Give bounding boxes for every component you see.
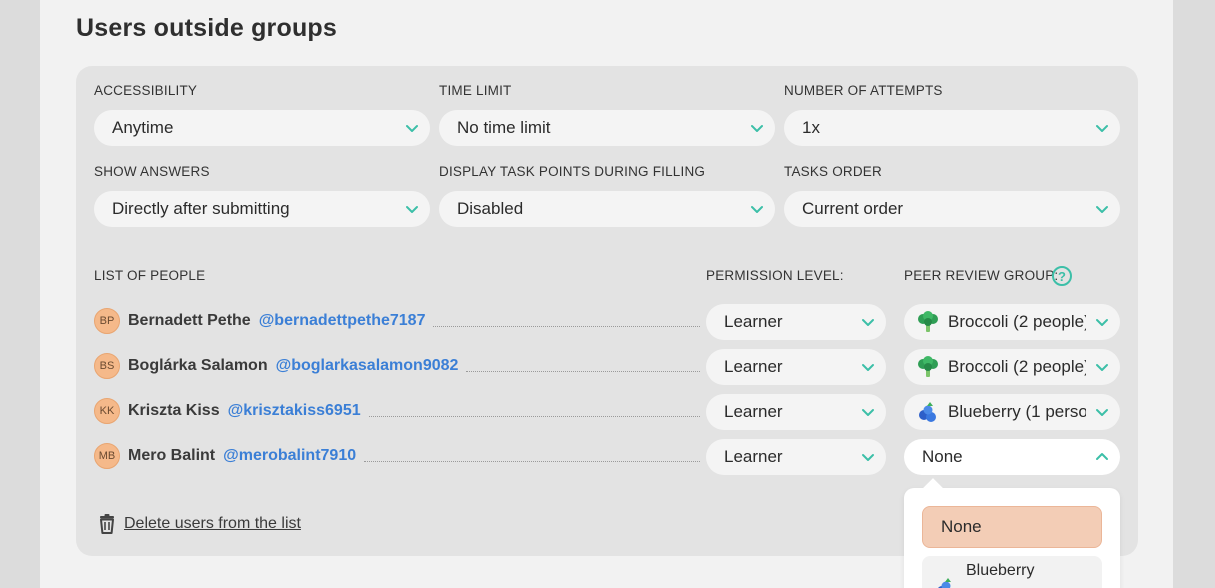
chevron-down-icon (860, 404, 876, 420)
avatar: BP (94, 308, 120, 334)
accessibility-value: Anytime (112, 118, 174, 137)
show-answers-select[interactable]: Directly after submitting (94, 191, 430, 227)
avatar: MB (94, 443, 120, 469)
person-row: BP Bernadett Pethe @bernadettpethe7187 (94, 306, 700, 336)
chevron-up-icon (1094, 449, 1110, 465)
accessibility-label: ACCESSIBILITY (94, 83, 198, 98)
person-name: Mero Balint (128, 447, 216, 464)
person-row: KK Kriszta Kiss @krisztakiss6951 (94, 396, 700, 426)
chevron-down-icon (860, 449, 876, 465)
chevron-down-icon (1094, 404, 1110, 420)
person-name: Kriszta Kiss (128, 402, 220, 419)
peer-group-select-open[interactable]: None (904, 439, 1120, 475)
permission-value: Learner (724, 357, 783, 376)
peer-group-select[interactable]: Broccoli (2 people) (904, 304, 1120, 340)
peer-group-value: Broccoli (2 people) (948, 312, 1086, 331)
chevron-down-icon (404, 120, 420, 136)
chevron-down-icon (1094, 359, 1110, 375)
tasks-order-value: Current order (802, 199, 904, 218)
trash-icon (96, 513, 118, 535)
peer-group-value: None (922, 447, 963, 466)
chevron-down-icon (1094, 314, 1110, 330)
chevron-down-icon (860, 359, 876, 375)
option-label: Blueberry (966, 562, 1035, 579)
peer-group-dropdown: None Blueberry (904, 488, 1120, 588)
permission-select[interactable]: Learner (706, 304, 886, 340)
display-points-select[interactable]: Disabled (439, 191, 775, 227)
blueberry-icon (934, 576, 958, 588)
show-answers-value: Directly after submitting (112, 199, 290, 218)
permission-select[interactable]: Learner (706, 439, 886, 475)
permission-value: Learner (724, 312, 783, 331)
dropdown-option-blueberry[interactable]: Blueberry (922, 556, 1102, 588)
peer-review-group-label: PEER REVIEW GROUP: (904, 268, 1059, 283)
chevron-down-icon (1094, 201, 1110, 217)
person-row: BS Boglárka Salamon @boglarkasalamon9082 (94, 351, 700, 381)
chevron-down-icon (749, 201, 765, 217)
person-name: Boglárka Salamon (128, 357, 268, 374)
accessibility-select[interactable]: Anytime (94, 110, 430, 146)
tasks-order-label: TASKS ORDER (784, 164, 882, 179)
attempts-select[interactable]: 1x (784, 110, 1120, 146)
section-title: Users outside groups (76, 14, 337, 42)
permission-select[interactable]: Learner (706, 349, 886, 385)
attempts-value: 1x (802, 118, 820, 137)
display-points-value: Disabled (457, 199, 524, 218)
broccoli-icon (916, 355, 940, 379)
peer-group-value: Broccoli (2 people) (948, 357, 1086, 376)
peer-group-select[interactable]: Blueberry (1 person) (904, 394, 1120, 430)
time-limit-label: TIME LIMIT (439, 83, 512, 98)
dropdown-option-none[interactable]: None (922, 506, 1102, 548)
time-limit-value: No time limit (457, 118, 551, 137)
avatar: BS (94, 353, 120, 379)
dotted-leader (433, 325, 700, 327)
peer-group-select[interactable]: Broccoli (2 people) (904, 349, 1120, 385)
list-of-people-label: LIST OF PEOPLE (94, 268, 206, 283)
person-handle[interactable]: @boglarkasalamon9082 (276, 357, 459, 375)
chevron-down-icon (404, 201, 420, 217)
help-icon[interactable]: ? (1052, 266, 1072, 286)
permission-value: Learner (724, 402, 783, 421)
chevron-down-icon (860, 314, 876, 330)
show-answers-label: SHOW ANSWERS (94, 164, 210, 179)
person-handle[interactable]: @bernadettpethe7187 (259, 312, 426, 330)
permission-select[interactable]: Learner (706, 394, 886, 430)
permission-value: Learner (724, 447, 783, 466)
person-name: Bernadett Pethe (128, 312, 251, 329)
display-points-label: DISPLAY TASK POINTS DURING FILLING (439, 164, 706, 179)
delete-users-link[interactable]: Delete users from the list (96, 513, 301, 535)
delete-users-label: Delete users from the list (124, 515, 301, 532)
option-label: None (941, 517, 982, 536)
dotted-leader (466, 370, 700, 372)
time-limit-select[interactable]: No time limit (439, 110, 775, 146)
tasks-order-select[interactable]: Current order (784, 191, 1120, 227)
person-handle[interactable]: @merobalint7910 (223, 447, 356, 465)
broccoli-icon (916, 310, 940, 334)
dotted-leader (364, 460, 700, 462)
attempts-label: NUMBER OF ATTEMPTS (784, 83, 943, 98)
dotted-leader (368, 415, 700, 417)
blueberry-icon (916, 400, 940, 424)
chevron-down-icon (1094, 120, 1110, 136)
permission-level-label: PERMISSION LEVEL: (706, 268, 844, 283)
chevron-down-icon (749, 120, 765, 136)
person-handle[interactable]: @krisztakiss6951 (228, 402, 361, 420)
peer-group-value: Blueberry (1 person) (948, 402, 1086, 421)
avatar: KK (94, 398, 120, 424)
person-row: MB Mero Balint @merobalint7910 (94, 441, 700, 471)
